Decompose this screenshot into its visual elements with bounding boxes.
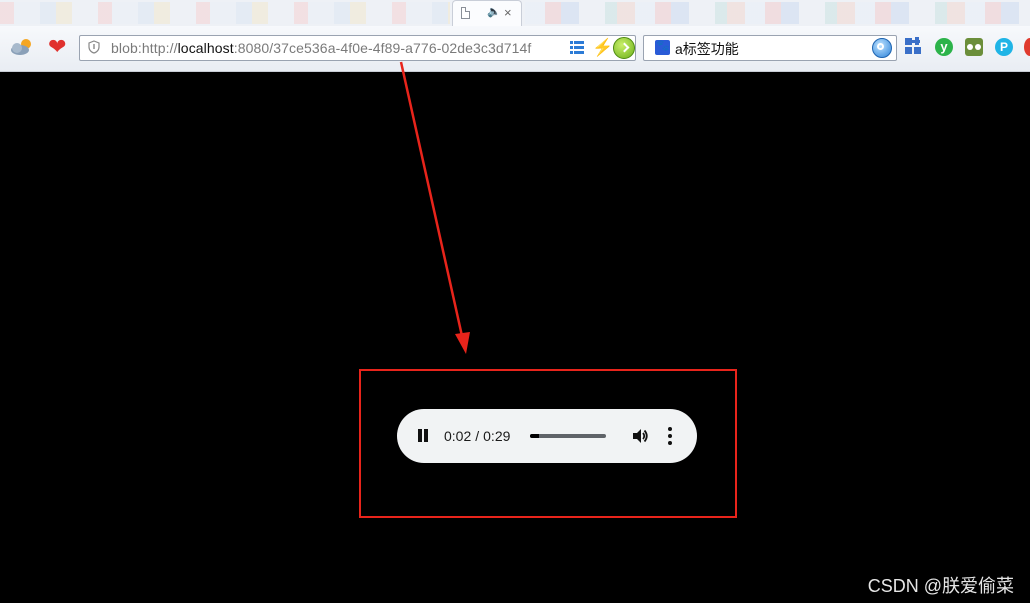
volume-icon[interactable] <box>630 426 650 446</box>
pause-button[interactable] <box>417 429 429 442</box>
watermark: CSDN @朕爱偷菜 <box>867 576 1014 596</box>
audio-player: 0:02/0:29 <box>397 409 697 463</box>
time-separator: / <box>475 428 480 444</box>
seek-bar[interactable] <box>530 434 606 438</box>
duration: 0:29 <box>483 428 511 444</box>
current-time: 0:02 <box>444 428 472 444</box>
seek-progress <box>530 434 540 438</box>
more-options-icon[interactable] <box>668 427 672 445</box>
time-display: 0:02/0:29 <box>444 428 510 444</box>
